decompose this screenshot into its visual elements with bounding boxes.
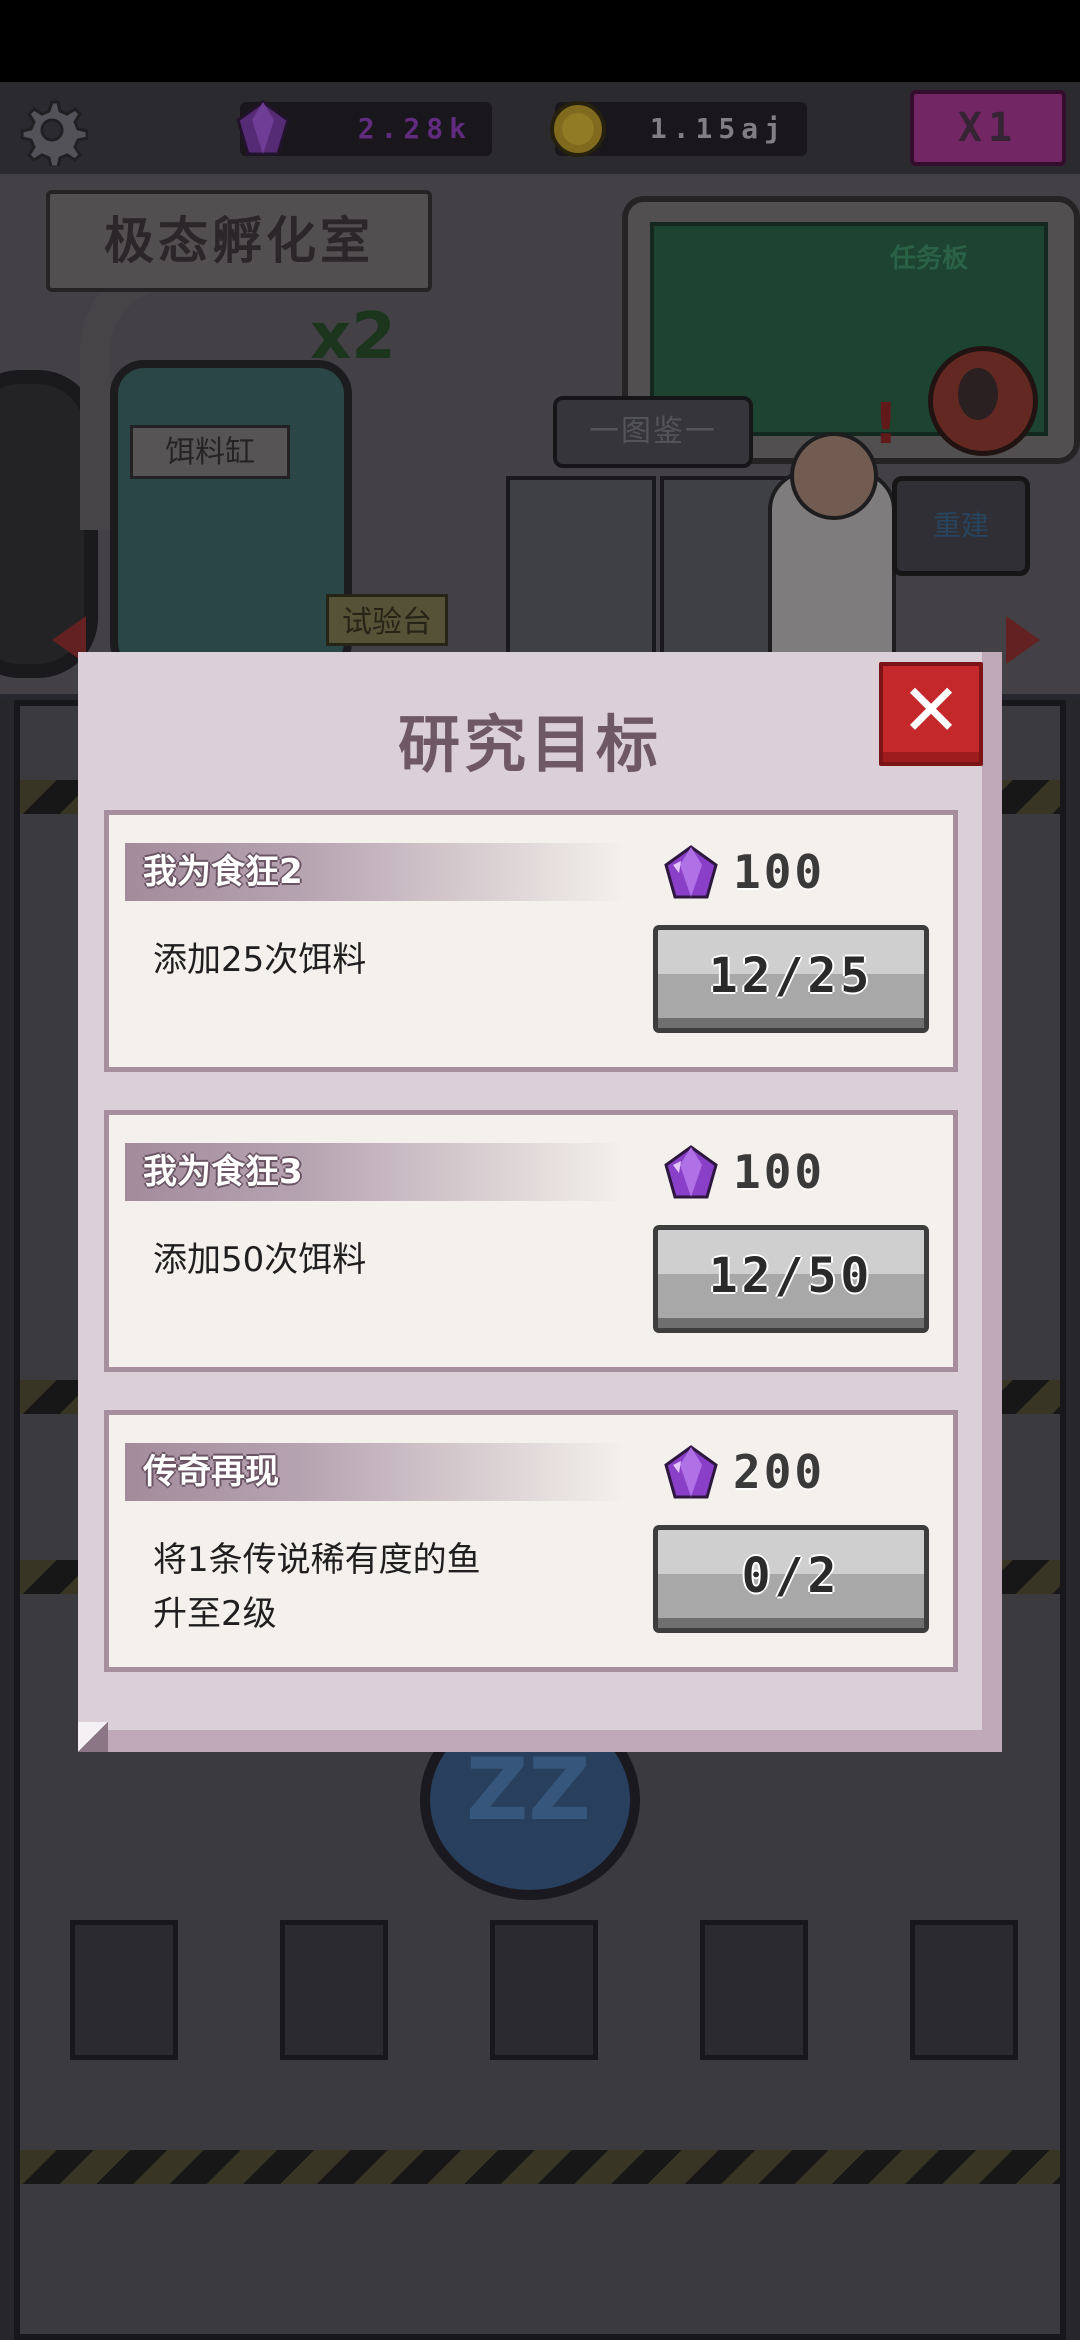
reward-amount: 100: [733, 845, 826, 899]
page-fold-corner: [78, 1722, 108, 1752]
progress-label: 12/50: [708, 1248, 874, 1304]
task-card: 传奇再现 200 将1条传说稀有度的鱼升至2级 0/2: [104, 1410, 958, 1672]
progress-button[interactable]: 0/2: [653, 1525, 929, 1633]
dialog-title: 研究目标: [397, 708, 662, 781]
gem-icon: [664, 845, 718, 899]
task-description: 将1条传说稀有度的鱼升至2级: [153, 1540, 481, 1634]
gem-icon: [664, 1445, 718, 1499]
reward-amount: 100: [733, 1145, 826, 1199]
task-card: 我为食狂2 100 添加25次饵料 12/25: [104, 810, 958, 1072]
progress-button[interactable]: 12/25: [653, 925, 929, 1033]
close-button[interactable]: ✕: [879, 662, 983, 766]
task-name: 我为食狂2: [143, 852, 303, 892]
progress-button[interactable]: 12/50: [653, 1225, 929, 1333]
gem-icon: [664, 1145, 718, 1199]
task-card: 我为食狂3 100 添加50次饵料 12/50: [104, 1110, 958, 1372]
research-goals-dialog: 研究目标 我为食狂2 100 添加25次饵料 12/25 我为食狂3 100 添…: [78, 652, 1002, 1752]
task-description: 添加25次饵料: [153, 940, 367, 980]
dialog-panel: 研究目标 我为食狂2 100 添加25次饵料 12/25 我为食狂3 100 添…: [78, 652, 982, 1730]
close-icon: ✕: [900, 668, 962, 752]
progress-label: 0/2: [741, 1548, 841, 1604]
reward-amount: 200: [733, 1445, 826, 1499]
task-description: 添加50次饵料: [153, 1240, 367, 1280]
task-name: 我为食狂3: [143, 1152, 303, 1192]
progress-label: 12/25: [708, 948, 874, 1004]
task-name: 传奇再现: [143, 1452, 279, 1492]
